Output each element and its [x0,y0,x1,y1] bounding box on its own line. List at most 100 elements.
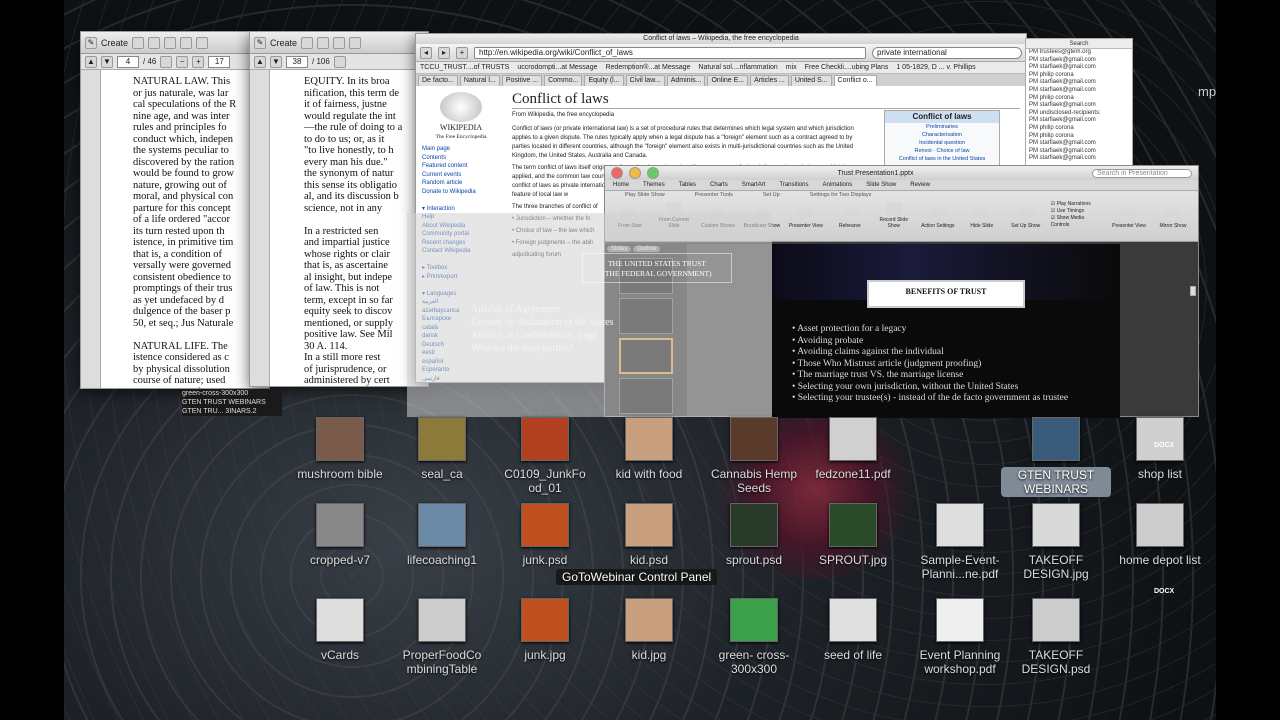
wiki-nav-link[interactable]: Contents [422,154,500,163]
bookmark-link[interactable]: Redemption®...at Message [605,64,690,71]
infobox-link[interactable]: Preliminaries [885,123,999,131]
mail-item[interactable]: PM philip corona [1029,125,1130,133]
ribbon-button[interactable]: Mirror Show [1154,207,1192,229]
gotowebinar-control-panel[interactable]: GoToWebinar Control Panel [556,569,718,585]
bookmark-link[interactable]: TCCU_TRUST....of TRUSTS [420,64,509,71]
ribbon-tab[interactable]: SmartArt [742,182,766,188]
mail-item[interactable]: PM starfiaek@gmail.com [1029,140,1130,148]
desktop-icon[interactable]: Event Planning workshop.pdf [905,598,1015,676]
prev-page-icon[interactable]: ▲ [85,55,97,68]
ribbon-button[interactable]: Rehearse [830,207,869,229]
desktop-icon[interactable]: TAKEOFF DESIGN.jpg [1001,503,1111,581]
infobox-link[interactable]: Incidental question [885,139,999,147]
browser-tab[interactable]: Adminis... [666,75,706,86]
print-icon[interactable] [164,36,177,49]
browser-tab[interactable]: Online E... [707,75,749,86]
desktop-icon[interactable]: kid with food [594,417,704,481]
desktop-icon[interactable]: cropped-v7 [285,503,395,567]
bookmark-link[interactable]: 1 05-1829, D ... v. Phillips [896,64,975,71]
desktop-icon[interactable]: lifecoaching1 [387,503,497,567]
file-list-item[interactable]: GTEN TRU... 3INARS.2 [182,407,282,416]
browser-tab[interactable]: De facto... [418,75,458,86]
settings-icon[interactable] [196,36,209,49]
wiki-nav-link[interactable]: Current events [422,171,500,180]
ribbon-tab[interactable]: Review [910,182,930,188]
desktop-icon[interactable]: seed of life [798,598,908,662]
pdf-window-2[interactable]: ✎ Create ▲ ▼ 38 / 106 EQUITY. In its bro… [249,31,429,387]
folder-icon[interactable] [132,36,145,49]
close-icon[interactable] [611,167,623,179]
save-icon[interactable] [317,36,330,49]
zoom-input[interactable]: 17 [208,55,231,68]
page-number-input[interactable]: 4 [117,55,139,68]
ribbon-button[interactable]: Presenter View [1110,207,1149,229]
mail-item[interactable]: PM starfiaek@gmail.com [1029,117,1130,125]
wiki-nav-link[interactable]: ▾ Interaction [422,205,500,214]
desktop-icon[interactable]: green- cross-300x300 [699,598,809,676]
mail-item[interactable]: PM starfiaek@gmail.com [1029,79,1130,87]
browser-tab[interactable]: Commo... [544,75,583,86]
folder-icon[interactable] [301,36,314,49]
next-page-icon[interactable]: ▼ [101,55,113,68]
minimize-icon[interactable] [629,167,641,179]
mail-item[interactable]: PM philip corona [1029,72,1130,80]
desktop-icon[interactable]: Sample-Event-Planni...ne.pdf [905,503,1015,581]
ribbon-tab[interactable]: Transitions [779,182,808,188]
browser-tab[interactable]: Equity (l... [584,75,624,86]
mail-item[interactable]: PM trustees@gtem.org [1029,49,1130,57]
mail-icon[interactable] [180,36,193,49]
ribbon-tab[interactable]: Tables [679,182,696,188]
create-icon[interactable]: ✎ [85,36,97,49]
browser-tab[interactable]: Articles ... [750,75,789,86]
browser-tab[interactable]: United S... [790,75,832,86]
add-bookmark-icon[interactable]: + [456,46,468,59]
wikipedia-globe-icon[interactable] [440,92,482,122]
browser-tab[interactable]: Natural l... [459,75,500,86]
desktop-icon[interactable]: C0109_JunkFo od_01 [490,417,600,495]
file-list-item[interactable]: GTEN TRUST WEBINARS [182,398,282,407]
wiki-nav-link[interactable]: Main page [422,145,500,154]
desktop-icon[interactable]: ProperFoodCo mbiningTable [387,598,497,676]
ribbon-button[interactable]: Record Slide Show [874,201,913,229]
desktop-icon[interactable]: mushroom bible [285,417,395,481]
desktop-icon[interactable]: sprout.psd [699,503,809,567]
infobox-link[interactable]: Renvoi · Choice of law [885,147,999,155]
bookmark-link[interactable]: Natural sol....nflammation [698,64,777,71]
page-number-input[interactable]: 38 [286,55,308,68]
ribbon-tab[interactable]: Slide Show [866,182,896,188]
ribbon-checkbox[interactable]: ☑ Play Narrations [1051,201,1104,208]
infobox-link[interactable]: Characterisation [885,131,999,139]
desktop-icon[interactable]: fedzone11.pdf [798,417,908,481]
save-icon[interactable] [148,36,161,49]
desktop-icon[interactable]: junk.jpg [490,598,600,662]
file-list-item[interactable]: green-cross-300x300 [182,389,282,398]
ribbon-tab[interactable]: Themes [643,182,665,188]
hand-tool-icon[interactable] [160,55,173,68]
wiki-nav-link[interactable] [422,196,500,205]
bookmark-link[interactable]: uccrodompti...at Message [517,64,597,71]
desktop-icon[interactable]: junk.psd [490,503,600,567]
mail-item[interactable]: PM starfiaek@gmail.com [1029,102,1130,110]
mail-item[interactable]: PM starfiaek@gmail.com [1029,148,1130,156]
desktop-icon[interactable]: SPROUT.jpg [798,503,908,567]
create-button[interactable]: Create [101,38,128,48]
mail-item[interactable]: PM starfiaek@gmail.com [1029,64,1130,72]
ribbon-checkbox[interactable]: ☑ Use Timings [1051,208,1104,215]
browser-tab[interactable]: Positive ... [501,75,543,86]
ribbon-button[interactable]: Hide Slide [962,207,1001,229]
prev-page-icon[interactable]: ▲ [254,55,266,68]
desktop-icon[interactable]: kid.jpg [594,598,704,662]
print-icon[interactable] [333,36,346,49]
zoom-in-icon[interactable]: + [192,55,205,68]
ribbon-checkbox[interactable]: ☑ Show Media Controls [1051,215,1104,229]
pdf-window-1[interactable]: ✎ Create ▲ ▼ 4 / 46 − + 17 NATURAL LAW. … [80,31,270,389]
wiki-nav-link[interactable]: Featured content [422,162,500,171]
mail-icon[interactable] [349,36,362,49]
wiki-nav-link[interactable]: Donate to Wikipedia [422,188,500,197]
resize-handle[interactable] [1190,286,1196,296]
infobox-link[interactable]: Conflict of laws in the United States [885,155,999,163]
hand-tool-icon[interactable] [333,55,346,68]
ppt-search-input[interactable]: Search in Presentation [1092,168,1192,178]
create-icon[interactable]: ✎ [254,36,266,49]
back-icon[interactable]: ◂ [420,46,432,59]
